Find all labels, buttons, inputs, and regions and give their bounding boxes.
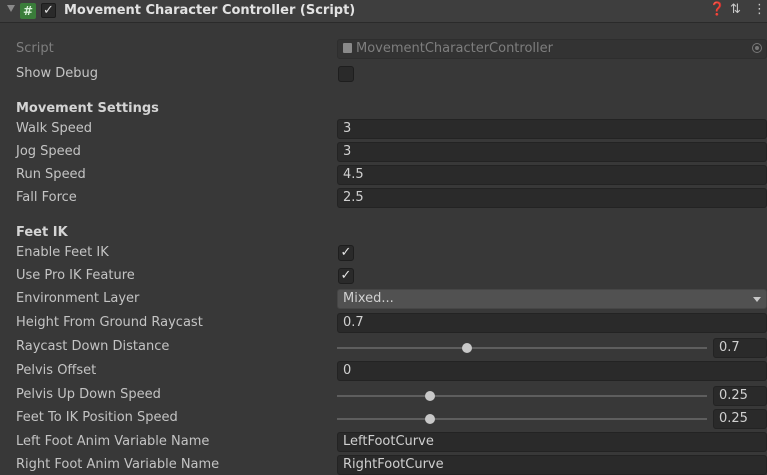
environment-layer-label: Environment Layer: [16, 291, 140, 306]
pelvis-up-down-speed-field[interactable]: 0.25: [713, 386, 767, 406]
raycast-down-distance-field[interactable]: 0.7: [713, 338, 767, 358]
right-foot-var-field[interactable]: RightFootCurve: [337, 455, 767, 475]
context-menu-icon[interactable]: ⋮: [753, 2, 766, 17]
raycast-down-distance-slider[interactable]: [337, 347, 707, 349]
run-speed-field[interactable]: 4.5: [337, 165, 767, 185]
script-file-icon: [343, 43, 352, 53]
slider-thumb[interactable]: [424, 414, 435, 424]
dropdown-arrow-icon: [753, 297, 761, 302]
feet-to-ik-speed-field[interactable]: 0.25: [713, 409, 767, 429]
pelvis-offset-label: Pelvis Offset: [16, 363, 97, 378]
script-icon: #: [20, 3, 36, 19]
component-enabled-checkbox[interactable]: ✓: [41, 3, 56, 18]
checkmark-icon: ✓: [43, 3, 54, 18]
object-picker-icon[interactable]: [752, 43, 762, 53]
height-from-ground-field[interactable]: 0.7: [337, 313, 767, 333]
feet-to-ik-speed-label: Feet To IK Position Speed: [16, 410, 178, 425]
script-label: Script: [16, 41, 54, 56]
show-debug-checkbox[interactable]: [338, 66, 354, 82]
slider-thumb[interactable]: [424, 391, 435, 401]
fall-force-field[interactable]: 2.5: [337, 188, 767, 208]
raycast-down-distance-label: Raycast Down Distance: [16, 339, 170, 354]
height-from-ground-label: Height From Ground Raycast: [16, 315, 203, 330]
right-foot-var-label: Right Foot Anim Variable Name: [16, 457, 220, 472]
use-pro-ik-checkbox[interactable]: ✓: [338, 268, 354, 284]
left-foot-var-label: Left Foot Anim Variable Name: [16, 434, 210, 449]
movement-settings-heading: Movement Settings: [16, 101, 159, 116]
left-foot-var-field[interactable]: LeftFootCurve: [337, 432, 767, 452]
checkmark-icon: ✓: [340, 245, 352, 260]
walk-speed-label: Walk Speed: [16, 121, 93, 136]
help-icon[interactable]: ❓: [709, 2, 725, 17]
fold-arrow-icon[interactable]: [7, 5, 15, 12]
run-speed-label: Run Speed: [16, 167, 86, 182]
feet-ik-heading: Feet IK: [16, 225, 68, 240]
jog-speed-field[interactable]: 3: [337, 142, 767, 162]
script-object-value: MovementCharacterController: [356, 41, 553, 56]
jog-speed-label: Jog Speed: [16, 144, 81, 159]
enable-feet-ik-label: Enable Feet IK: [16, 245, 109, 260]
slider-thumb[interactable]: [461, 343, 472, 353]
component-header[interactable]: # ✓ Movement Character Controller (Scrip…: [0, 0, 767, 23]
component-title: Movement Character Controller (Script): [64, 3, 356, 18]
script-object-field[interactable]: MovementCharacterController: [337, 39, 767, 59]
use-pro-ik-label: Use Pro IK Feature: [16, 268, 135, 283]
environment-layer-dropdown[interactable]: Mixed...: [337, 289, 767, 309]
pelvis-offset-field[interactable]: 0: [337, 361, 767, 381]
show-debug-label: Show Debug: [16, 66, 98, 81]
checkmark-icon: ✓: [340, 268, 352, 283]
walk-speed-field[interactable]: 3: [337, 119, 767, 139]
environment-layer-value: Mixed...: [343, 291, 394, 306]
pelvis-up-down-speed-slider[interactable]: [337, 395, 707, 397]
pelvis-up-down-speed-label: Pelvis Up Down Speed: [16, 387, 161, 402]
fall-force-label: Fall Force: [16, 190, 77, 205]
enable-feet-ik-checkbox[interactable]: ✓: [338, 245, 354, 261]
feet-to-ik-speed-slider[interactable]: [337, 418, 707, 420]
presets-icon[interactable]: ⇅: [730, 2, 741, 17]
